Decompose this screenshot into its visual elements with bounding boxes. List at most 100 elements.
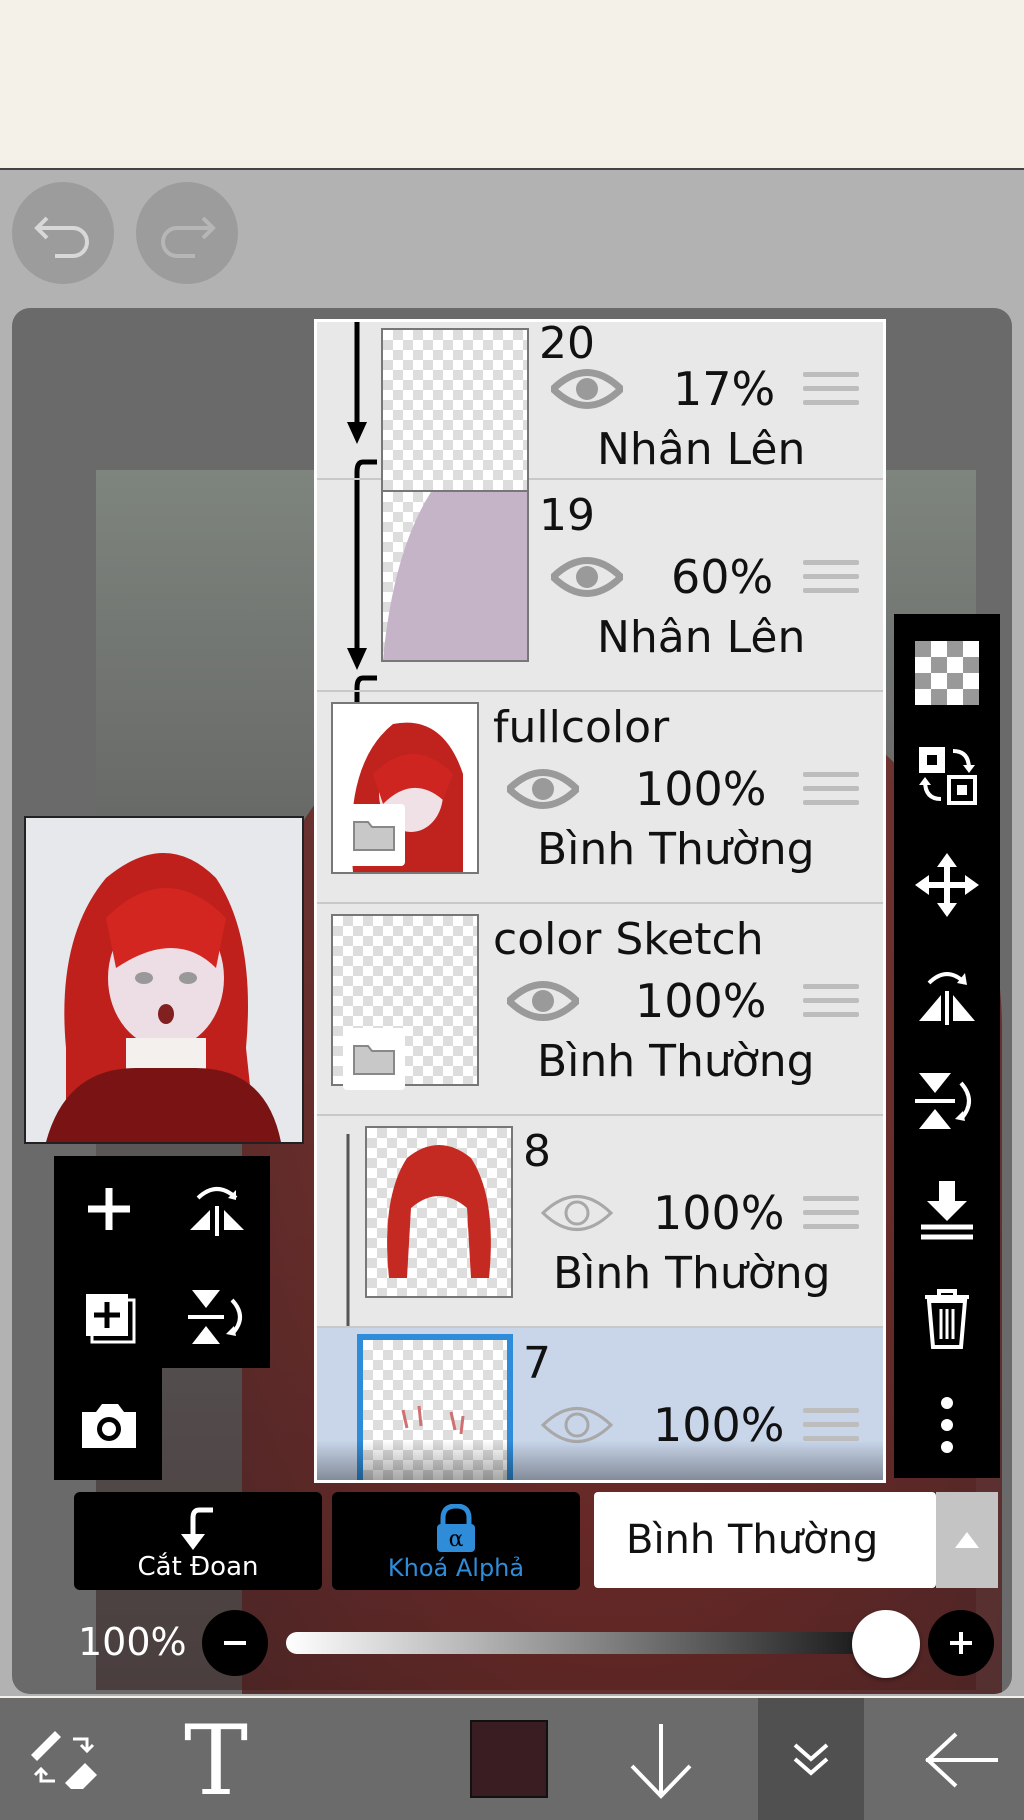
layer-blend-mode: Bình Thường <box>537 824 815 875</box>
blend-mode-dropdown-button[interactable] <box>936 1492 998 1588</box>
transform-button[interactable] <box>912 740 982 810</box>
checker-icon <box>915 641 979 705</box>
svg-text:α: α <box>449 1527 464 1552</box>
layer-down-button[interactable] <box>624 1720 698 1800</box>
layer-opacity: 60% <box>671 550 774 604</box>
more-icon <box>941 1397 953 1453</box>
merge-down-icon <box>921 1181 973 1240</box>
brush-eraser-icon <box>31 1731 97 1789</box>
preview-artwork <box>26 818 302 1142</box>
layer-opacity: 100% <box>635 762 767 816</box>
drag-handle-icon[interactable] <box>803 560 859 600</box>
drag-handle-icon[interactable] <box>803 772 859 812</box>
layer-name: 19 <box>539 490 595 541</box>
redo-icon <box>161 216 216 258</box>
layer-name: fullcolor <box>493 702 670 753</box>
camera-button[interactable] <box>76 1392 142 1458</box>
alpha-lock-label: Khoá Alphả <box>387 1554 525 1582</box>
layer-folder-row[interactable]: fullcolor 100% Bình Thường <box>317 692 883 904</box>
eye-icon[interactable] <box>507 764 579 814</box>
folder-icon <box>343 1028 405 1090</box>
layer-row[interactable]: 20 17% Nhân Lên <box>317 319 883 500</box>
opacity-value: 100% <box>78 1620 187 1664</box>
clipping-label: Cắt Đoan <box>137 1552 259 1582</box>
transform-icon <box>919 747 977 805</box>
text-icon: T <box>184 1720 248 1800</box>
layer-name: 8 <box>523 1126 551 1177</box>
top-bar <box>0 0 1024 170</box>
flip-horizontal-icon <box>919 972 975 1025</box>
back-button[interactable] <box>916 1720 1008 1800</box>
layer-list[interactable]: 20 17% Nhân Lên 19 60% Nhân Lên fullcolo… <box>314 319 886 1483</box>
layer-opacity: 100% <box>635 974 767 1028</box>
triangle-up-icon <box>955 1532 979 1548</box>
flip-horizontal-icon <box>190 1187 244 1236</box>
undo-button[interactable] <box>12 182 114 284</box>
add-copy-icon <box>86 1294 136 1344</box>
move-button[interactable] <box>912 850 982 920</box>
flip-horizontal-button[interactable] <box>184 1176 250 1242</box>
drag-handle-icon[interactable] <box>803 984 859 1024</box>
layer-tools-bar <box>894 614 1000 1478</box>
drag-handle-icon[interactable] <box>803 372 859 412</box>
layer-blend-mode: Nhân Lên <box>597 424 806 475</box>
layer-blend-mode: Bình Thường <box>553 1248 831 1299</box>
delete-layer-button[interactable] <box>912 1282 982 1352</box>
layer-opacity: 100% <box>653 1186 785 1240</box>
layer-row[interactable]: 19 60% Nhân Lên <box>317 480 883 692</box>
clipping-button[interactable]: Cắt Đoan <box>74 1492 322 1590</box>
layer-blend-mode: Nhân Lên <box>597 612 806 663</box>
brush-eraser-button[interactable] <box>22 1720 106 1800</box>
opacity-slider-knob[interactable] <box>852 1610 920 1678</box>
add-layer-button[interactable] <box>76 1176 142 1242</box>
layer-name: 20 <box>539 319 595 369</box>
flip-horizontal-button[interactable] <box>912 958 982 1028</box>
plus-icon <box>950 1632 972 1654</box>
eye-icon[interactable] <box>551 552 623 602</box>
opacity-slider-track[interactable] <box>286 1632 888 1654</box>
folder-icon <box>343 804 405 866</box>
blend-mode-select[interactable]: Bình Thường <box>594 1492 936 1588</box>
more-button[interactable] <box>912 1390 982 1460</box>
eye-icon[interactable] <box>507 976 579 1026</box>
plus-icon <box>88 1188 130 1230</box>
flip-vertical-button[interactable] <box>912 1066 982 1136</box>
eye-icon[interactable] <box>551 364 623 414</box>
undo-icon <box>34 216 89 258</box>
double-chevron-down-icon <box>793 1743 829 1776</box>
flip-vertical-icon <box>915 1073 971 1129</box>
layer-blend-mode: Bình Thường <box>537 1036 815 1087</box>
layer-folder-row[interactable]: color Sketch 100% Bình Thường <box>317 904 883 1116</box>
opacity-decrease-button[interactable] <box>202 1610 268 1676</box>
layer-name: color Sketch <box>493 914 764 965</box>
flip-vertical-button[interactable] <box>184 1284 250 1350</box>
flip-vertical-icon <box>188 1290 242 1344</box>
eye-closed-icon[interactable] <box>541 1188 613 1238</box>
layer-thumbnail <box>365 1126 513 1298</box>
arrow-down-icon <box>630 1724 692 1799</box>
layer-thumbnail <box>381 328 529 500</box>
trash-icon <box>925 1289 969 1349</box>
alpha-lock-button[interactable]: α Khoá Alphả <box>332 1492 580 1590</box>
layer-opacity: 17% <box>673 362 776 416</box>
canvas-preview-thumbnail[interactable] <box>24 816 304 1144</box>
arrow-left-icon <box>925 1732 998 1788</box>
camera-icon <box>82 1404 136 1448</box>
drag-handle-icon[interactable] <box>803 1196 859 1236</box>
add-copy-layer-button[interactable] <box>76 1284 142 1350</box>
layer-name: 7 <box>523 1338 551 1389</box>
layer-thumbnail <box>381 490 529 662</box>
svg-text:T: T <box>184 1720 248 1800</box>
current-color-swatch[interactable] <box>470 1720 548 1798</box>
move-icon <box>915 853 979 917</box>
redo-button[interactable] <box>136 182 238 284</box>
text-tool-button[interactable]: T <box>170 1720 262 1800</box>
clipping-arrow-icon <box>181 1507 213 1550</box>
list-fade <box>317 1440 883 1480</box>
opacity-increase-button[interactable] <box>928 1610 994 1676</box>
merge-down-button[interactable] <box>912 1174 982 1244</box>
color-fill <box>472 1722 546 1796</box>
checker-button[interactable] <box>912 638 982 708</box>
layers-collapse-button[interactable] <box>758 1698 864 1820</box>
layer-row[interactable]: 8 100% Bình Thường <box>317 1116 883 1328</box>
